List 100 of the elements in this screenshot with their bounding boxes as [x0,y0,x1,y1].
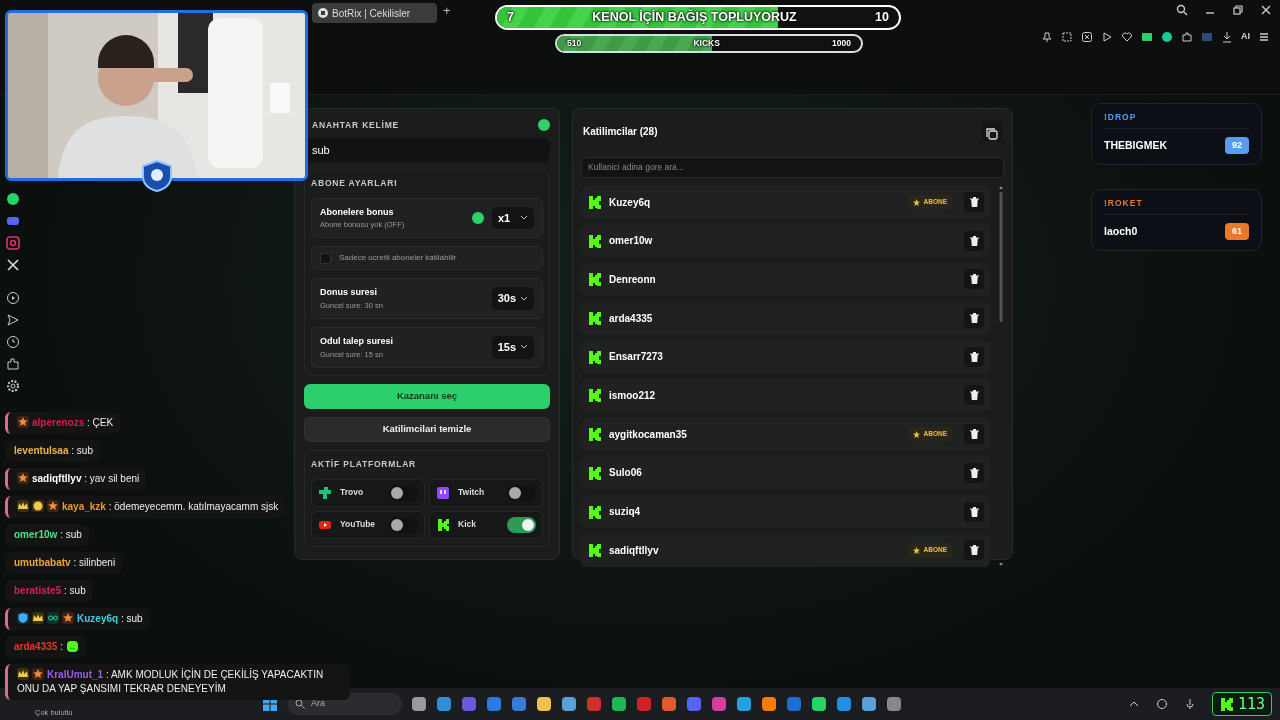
chevron-icon [520,214,528,221]
dropdown[interactable]: 30s [491,287,534,310]
play-circle-icon[interactable] [6,291,20,305]
participant-row[interactable]: Denreonn [581,262,990,296]
send-icon[interactable] [6,313,20,327]
scrollbar[interactable] [998,185,1004,566]
search-field[interactable]: Kullanici adina gore ara... [581,156,1004,178]
search-icon [295,699,305,709]
gear-icon[interactable] [6,379,20,393]
chat-message: umutbabatv : silinbeni [5,552,123,574]
app-icon[interactable] [886,696,902,712]
toggle-switch[interactable] [389,484,418,501]
setting-title: Abonelere bonus [320,205,395,219]
kick-icon [587,272,601,287]
delete-button[interactable] [964,385,984,406]
participant-row[interactable]: Ensarr7273 [581,340,990,374]
crown-badge-icon [17,500,29,512]
toggle-switch[interactable] [507,516,536,533]
app-icon[interactable] [736,696,752,712]
participant-row[interactable]: omer10w [581,224,990,258]
search-icon[interactable] [1176,4,1188,16]
app-icon[interactable] [436,696,452,712]
app-icon[interactable] [761,696,777,712]
trash-icon [969,390,979,401]
chat-message: alperenozs : ÇEK [5,412,121,434]
crown-badge-icon [32,612,44,624]
x-icon[interactable] [6,258,20,272]
setting-title: Odul talep suresi [320,335,394,348]
chat-message: leventulsaa : sub [5,440,100,462]
delete-button[interactable] [964,346,984,367]
ai-button[interactable]: AI [1241,30,1250,44]
delete-button[interactable] [964,192,984,212]
app-icon[interactable] [561,696,577,712]
pin-icon[interactable] [1041,31,1053,43]
camera-icon[interactable] [6,236,20,250]
section-label: ANAHTAR KELİME [312,119,400,132]
x-box-icon[interactable] [1081,31,1093,43]
star-icon [912,198,920,206]
chat-message: sadiqftllyv : yav sil beni [5,468,147,490]
delete-button[interactable] [964,501,984,522]
app-icon[interactable] [836,696,852,712]
gamepad-icon[interactable] [6,214,20,228]
delete-button[interactable] [964,424,984,445]
leader-name: THEBIGMEK [1104,137,1167,153]
checkbox-label: Sadece ucretli aboneler katilabilir [339,252,457,265]
bar-start: 7 [507,9,514,27]
delete-button[interactable] [964,540,984,561]
chat-bubble-icon[interactable] [6,192,20,206]
chat-message: arda4335 : [5,636,86,658]
participant-row[interactable]: ismoo212 [581,378,990,412]
browser-tab[interactable]: BotRix | Cekilisler [312,3,437,23]
star-badge-icon [17,472,29,484]
crop-icon[interactable] [1061,31,1073,43]
heart-icon[interactable] [1121,31,1133,43]
play-icon[interactable] [1101,31,1113,43]
kick-icon [587,195,601,209]
app-icon[interactable] [611,696,627,712]
menu-icon[interactable] [1258,31,1270,43]
app-icon[interactable] [536,696,552,712]
info-icon[interactable] [472,211,484,224]
download-icon[interactable] [1221,31,1233,43]
copy-icon[interactable] [982,121,1002,141]
delete-button[interactable] [964,308,984,329]
star-badge-icon [62,612,74,624]
participant-name: omer10w [609,234,653,249]
chat-message: beratiste5 : sub [5,580,93,602]
star-badge-icon [32,668,44,680]
delete-button[interactable] [964,230,984,251]
app-icon[interactable] [811,696,827,712]
close-icon[interactable] [1260,4,1272,16]
circle-icon[interactable] [1161,31,1173,43]
chevron-icon [520,295,528,302]
dropdown[interactable]: x1 [492,206,534,230]
app-icon[interactable] [661,696,677,712]
app-icon[interactable] [411,696,427,712]
checkbox[interactable] [320,252,331,264]
clear-button[interactable]: Katilimcilari temizle [304,416,550,442]
toggle-switch[interactable] [389,516,418,533]
clock-icon[interactable] [6,335,20,349]
kick-icon [587,233,601,248]
participant-row[interactable]: suziq4 [581,495,990,528]
delete-button[interactable] [964,462,984,483]
new-tab-button[interactable]: + [437,4,457,17]
info-icon[interactable] [538,119,550,132]
toggle-switch[interactable] [507,484,536,501]
card-title: !DROP [1104,111,1249,129]
square-icon[interactable] [1141,31,1153,43]
glasses-badge-icon [47,612,59,624]
trash-icon [969,313,979,324]
participant-name: Sulo06 [609,466,642,481]
app-icon[interactable] [861,696,877,712]
chat-message: Kuzey6q : sub [5,608,150,630]
microphone-icon[interactable] [1183,698,1196,710]
trash-icon [969,351,979,362]
participant-row[interactable]: arda4335 [581,301,990,335]
delete-button[interactable] [964,269,984,290]
pick-winner-button[interactable]: Kazananı seç [304,383,550,409]
participant-row[interactable]: Sulo06 [581,456,990,490]
restore-icon[interactable] [1232,4,1244,16]
dropdown[interactable]: 15s [491,336,534,359]
